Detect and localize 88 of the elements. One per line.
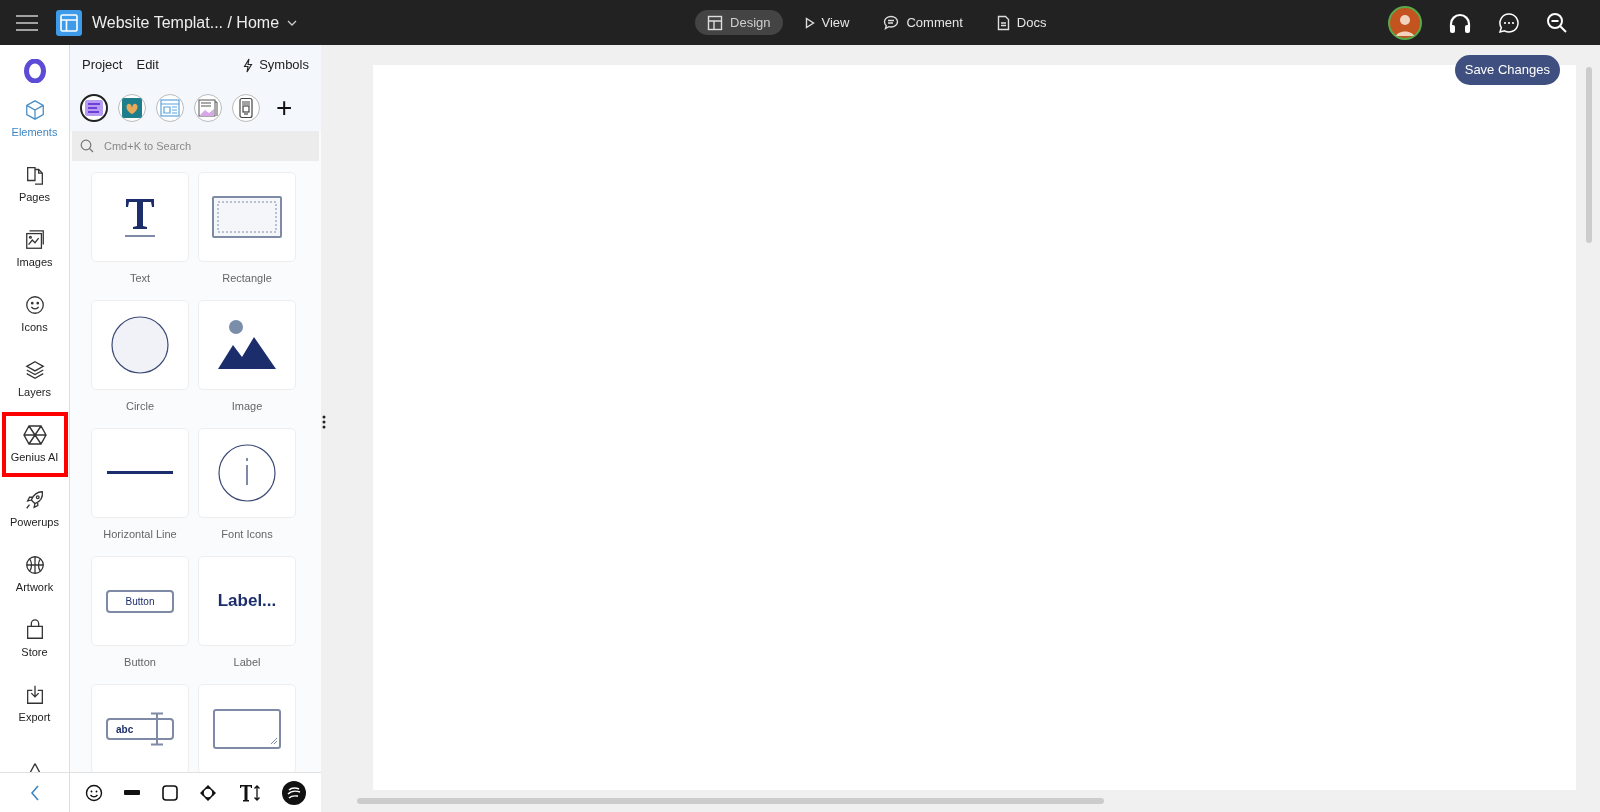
sidebar-item[interactable]: Pages	[1, 152, 68, 217]
mode-tab[interactable]: Comment	[871, 10, 975, 35]
element-tile[interactable]	[198, 684, 296, 772]
layers-icon	[23, 358, 46, 381]
sidebar-item[interactable]: Powerups	[1, 477, 68, 542]
element-tile[interactable]	[198, 300, 296, 390]
sidebar-item[interactable]: Images	[1, 217, 68, 282]
element-label: Horizontal Line	[103, 527, 177, 542]
sidebar-item[interactable]: Layers	[1, 347, 68, 412]
logo-icon	[22, 59, 47, 83]
sidebar-item[interactable]: Icons	[1, 282, 68, 347]
project-title[interactable]: Website Templat... / Home	[92, 10, 298, 35]
template-thumbnail-icon	[121, 97, 143, 119]
smiley-icon[interactable]	[84, 783, 103, 802]
element-tile[interactable]	[91, 172, 189, 262]
layout-icon	[56, 9, 82, 36]
image-icon	[217, 319, 277, 371]
add-button[interactable]: +	[276, 94, 293, 122]
symbols-button[interactable]: Symbols	[243, 55, 309, 75]
cube-icon	[23, 98, 46, 121]
element-tile[interactable]: Button	[91, 556, 189, 646]
rocket-icon	[23, 488, 46, 511]
horizontal-scrollbar[interactable]	[357, 798, 1104, 804]
rectangle-icon	[212, 196, 282, 238]
sidebar-item[interactable]: Store	[1, 607, 68, 672]
zoom-out-icon[interactable]	[1546, 11, 1568, 34]
menu-icon[interactable]	[16, 14, 38, 31]
lightning-icon	[243, 57, 254, 73]
document-icon	[996, 14, 1010, 31]
template-thumbnail-icon	[83, 97, 105, 119]
chevron-down-icon	[287, 19, 298, 26]
sidebar-item[interactable]: Export	[1, 672, 68, 737]
library-thumbnail[interactable]	[156, 94, 184, 122]
element-tile[interactable]	[198, 172, 296, 262]
library-thumbnail[interactable]	[80, 94, 108, 122]
label-preview: Label...	[217, 590, 277, 613]
element-tile[interactable]	[91, 428, 189, 518]
textarea-icon	[213, 709, 281, 749]
menu-item[interactable]: Edit	[136, 55, 159, 75]
mode-tab[interactable]: Design	[695, 10, 783, 35]
library-thumbnail[interactable]	[118, 94, 146, 122]
template-thumbnail-icon	[197, 97, 219, 119]
info-icon	[217, 443, 277, 503]
smiley-icon	[23, 293, 46, 316]
search-field[interactable]: Cmd+K to Search	[72, 131, 319, 161]
text-size-icon[interactable]	[238, 783, 261, 802]
text-cursor-icon	[150, 712, 164, 746]
element-label: Image	[231, 399, 263, 414]
element-label: Label	[233, 655, 261, 670]
search-icon	[80, 139, 94, 153]
mode-tab[interactable]: View	[792, 10, 862, 35]
element-label: Rectangle	[222, 271, 272, 286]
element-label: Font Icons	[221, 527, 273, 542]
layout-icon	[707, 14, 724, 31]
comment-icon	[883, 15, 900, 30]
square-icon[interactable]	[161, 784, 178, 801]
element-tile[interactable]	[198, 428, 296, 518]
input-preview: abc	[106, 718, 174, 740]
hexagon-icon	[22, 423, 47, 446]
headphones-icon[interactable]	[1448, 11, 1472, 34]
element-label: Circle	[125, 399, 155, 414]
element-tile[interactable]: Label...	[198, 556, 296, 646]
image-icon	[23, 228, 46, 251]
drag-handle-icon[interactable]	[322, 415, 326, 429]
chat-icon[interactable]	[1498, 11, 1520, 34]
element-tile[interactable]: abc	[91, 684, 189, 772]
element-label: Text	[129, 271, 151, 286]
save-changes-button[interactable]: Save Changes	[1454, 55, 1560, 85]
squiggle-icon[interactable]	[282, 780, 307, 805]
template-thumbnail-icon	[159, 97, 181, 119]
library-thumbnail[interactable]	[194, 94, 222, 122]
sidebar-item[interactable]: Elements	[1, 87, 68, 152]
sidebar-item[interactable]: Artwork	[1, 542, 68, 607]
library-thumbnail[interactable]	[232, 94, 260, 122]
circle-icon	[110, 315, 170, 375]
button-preview: Button	[106, 589, 174, 613]
avatar[interactable]	[1388, 5, 1422, 40]
play-icon	[804, 16, 815, 29]
horizontal-line-icon	[107, 471, 173, 475]
sidebar-item[interactable]: Genius AI	[1, 412, 68, 477]
move-icon[interactable]	[199, 783, 218, 802]
element-tile[interactable]	[91, 300, 189, 390]
menu-item[interactable]: Project	[82, 55, 123, 75]
element-label: Button	[124, 655, 156, 670]
ball-icon	[23, 553, 46, 576]
mode-tab[interactable]: Docs	[984, 10, 1059, 35]
vertical-scrollbar[interactable]	[1586, 67, 1592, 243]
chevron-left-icon[interactable]	[29, 784, 40, 801]
